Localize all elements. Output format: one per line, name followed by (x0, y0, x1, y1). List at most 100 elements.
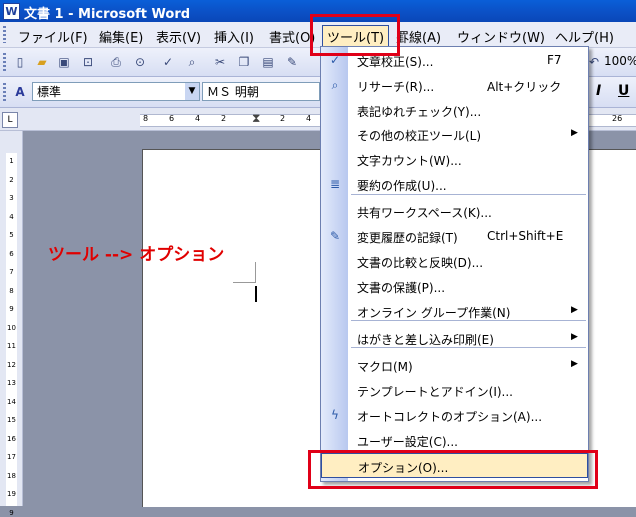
toolbar-grip[interactable] (3, 83, 6, 101)
menu-item-label: 文字カウント(W)... (357, 154, 462, 168)
highlight-box-options (308, 450, 598, 489)
vertical-ruler-number: 9 (9, 508, 14, 517)
menu-edit[interactable]: 編集(E) (95, 26, 147, 47)
menu-item-label: 共有ワークスペース(K)... (357, 206, 492, 220)
save-icon[interactable]: ▣ (56, 54, 72, 70)
menu-item-label: 要約の作成(U)... (357, 179, 447, 193)
annotation-text: ツール --> オプション (48, 245, 225, 265)
vertical-ruler-number: 6 (9, 249, 14, 258)
menu-insert[interactable]: 挿入(I) (210, 26, 258, 47)
vertical-ruler-number: 10 (7, 323, 16, 332)
summarize-icon: ≣ (329, 177, 341, 191)
permission-icon[interactable]: ⊡ (80, 54, 96, 70)
ruler-number: 2 (221, 114, 227, 123)
submenu-arrow-icon: ▶ (571, 332, 578, 342)
underline-button[interactable]: U (618, 83, 629, 99)
print-preview-icon[interactable]: ⊙ (132, 54, 148, 70)
tools-menu-item[interactable]: 文字カウント(W)... (321, 147, 588, 172)
cut-icon[interactable]: ✂ (212, 54, 228, 70)
text-cursor (255, 286, 257, 302)
chevron-down-icon[interactable]: ▼ (185, 83, 199, 100)
vertical-ruler-number: 9 (9, 305, 14, 313)
ruler-number: 8 (143, 114, 149, 123)
vertical-ruler-number: 5 (9, 231, 14, 239)
tools-menu-item[interactable]: オンライン グループ作業(N) ▶ (321, 299, 588, 324)
menu-help[interactable]: ヘルプ(H) (551, 26, 618, 47)
menubar-grip[interactable] (3, 26, 6, 43)
indent-marker-icon[interactable]: ⧗ (252, 111, 260, 126)
research-icon: ⌕ (331, 78, 339, 92)
open-folder-icon[interactable]: ▰ (34, 54, 50, 70)
menu-item-label: 変更履歴の記録(T) (357, 231, 458, 245)
ruler-number: 4 (306, 114, 312, 123)
tools-menu-item[interactable]: テンプレートとアドイン(I)... (321, 378, 588, 403)
style-combo[interactable]: 標準 ▼ (32, 82, 200, 101)
ruler-number: 26 (612, 114, 623, 123)
research-icon[interactable]: ⌕ (184, 54, 200, 70)
highlight-box-tools-menu (310, 14, 400, 56)
menu-item-label: テンプレートとアドイン(I)... (357, 385, 513, 399)
vertical-ruler-number: 16 (7, 434, 16, 443)
new-document-icon[interactable]: ▯ (12, 54, 28, 70)
word-app-icon[interactable]: W (3, 3, 20, 20)
tools-menu-item[interactable]: マクロ(M) ▶ (321, 353, 588, 378)
submenu-arrow-icon: ▶ (571, 128, 578, 138)
track-changes-icon: ✎ (329, 229, 341, 243)
vertical-ruler-number: 1 (9, 157, 14, 165)
autocorrect-icon: ϟ (331, 408, 339, 422)
format-painter-icon[interactable]: ✎ (284, 54, 300, 70)
menu-item-label: ユーザー設定(C)... (357, 435, 458, 449)
toolbar-grip[interactable] (3, 53, 6, 71)
spelling-icon[interactable]: ✓ (160, 54, 176, 70)
tools-menu-item[interactable]: 文書の比較と反映(D)... (321, 249, 588, 274)
menu-item-label: はがきと差し込み印刷(E) (357, 333, 494, 347)
vertical-ruler-strip[interactable]: 1 2 3 4 5 6 7 8 9 10 11 12 13 14 15 16 17 18 19 9 (6, 153, 17, 517)
menu-item-label: その他の校正ツール(L) (357, 129, 482, 143)
italic-button[interactable]: I (596, 83, 601, 99)
window-title: 文書 1 - Microsoft Word (24, 7, 191, 22)
zoom-value[interactable]: 100% (604, 54, 636, 68)
copy-icon[interactable]: ❐ (236, 54, 252, 70)
ruler-number: 2 (280, 114, 286, 123)
vertical-ruler-number: 12 (7, 360, 16, 369)
tools-menu-item[interactable]: ≣ 要約の作成(U)... (321, 172, 588, 197)
tools-menu-item[interactable]: ✎ 変更履歴の記録(T) Ctrl+Shift+E (321, 224, 588, 249)
tools-menu-item[interactable]: 表記ゆれチェック(Y)... (321, 98, 588, 123)
tab-selector[interactable]: L (2, 112, 18, 128)
vertical-ruler: 1 2 3 4 5 6 7 8 9 10 11 12 13 14 15 16 17 18 19 9 (0, 131, 23, 517)
vertical-ruler-number: 7 (9, 268, 14, 276)
menu-file[interactable]: ファイル(F) (14, 26, 92, 47)
vertical-ruler-number: 19 (7, 490, 16, 498)
menu-item-label: オンライン グループ作業(N) (357, 306, 511, 320)
tools-menu-item[interactable]: はがきと差し込み印刷(E) ▶ (321, 326, 588, 351)
tools-menu-item[interactable]: その他の校正ツール(L) ▶ (321, 122, 588, 147)
font-combo[interactable]: ＭＳ 明朝 (202, 82, 320, 101)
vertical-ruler-number: 2 (9, 175, 14, 184)
menu-item-shortcut: Ctrl+Shift+E (487, 229, 564, 243)
vertical-ruler-number: 13 (7, 379, 16, 387)
menu-item-shortcut: Alt+クリック (487, 80, 562, 94)
vertical-ruler-number: 11 (7, 342, 16, 350)
font-combo-value: ＭＳ 明朝 (207, 85, 259, 99)
tools-menu-item[interactable]: 共有ワークスペース(K)... (321, 199, 588, 224)
vertical-ruler-number: 14 (7, 397, 16, 406)
vertical-ruler-number: 18 (7, 471, 16, 480)
tools-menu-item[interactable]: ϟ オートコレクトのオプション(A)... (321, 403, 588, 428)
ruler-number: 4 (195, 114, 201, 123)
menu-item-label: 文書の保護(P)... (357, 281, 446, 295)
submenu-arrow-icon: ▶ (571, 359, 578, 369)
tools-menu-item[interactable]: 文書の保護(P)... (321, 274, 588, 299)
print-icon[interactable]: ⎙ (108, 54, 124, 70)
vertical-ruler-number: 4 (9, 212, 14, 221)
menu-window[interactable]: ウィンドウ(W) (453, 26, 549, 47)
menu-item-label: リサーチ(R)... (357, 80, 435, 94)
menu-view[interactable]: 表示(V) (152, 26, 205, 47)
menu-item-shortcut: F7 (547, 53, 562, 67)
tools-menu-item[interactable]: ⌕ リサーチ(R)... Alt+クリック (321, 73, 588, 98)
vertical-ruler-number: 15 (7, 416, 16, 424)
ruler-number: 6 (169, 114, 175, 123)
menu-item-label: オートコレクトのオプション(A)... (357, 410, 543, 424)
paste-icon[interactable]: ▤ (260, 54, 276, 70)
vertical-ruler-number: 8 (9, 286, 14, 295)
styles-pane-icon[interactable]: A (12, 84, 28, 100)
